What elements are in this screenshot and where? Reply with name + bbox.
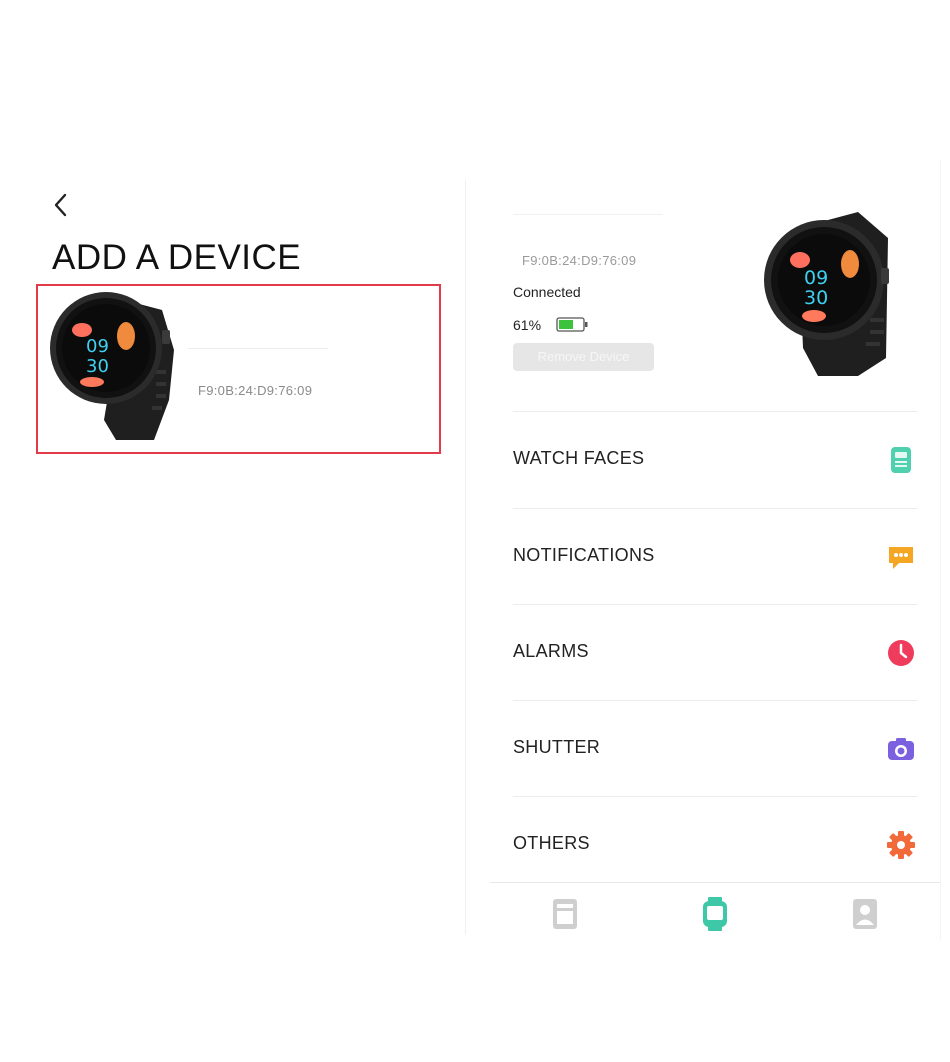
svg-text:09: 09 [804, 267, 828, 289]
profile-icon[interactable] [850, 897, 880, 931]
device-name-placeholder [513, 214, 663, 215]
menu-item-alarms[interactable]: ALARMS [513, 604, 917, 700]
svg-text:09: 09 [86, 336, 109, 357]
menu-item-label: NOTIFICATIONS [513, 545, 655, 565]
device-name-placeholder [188, 348, 328, 349]
svg-text:30: 30 [804, 287, 828, 309]
bottom-tab-bar [490, 882, 940, 941]
menu-item-label: ALARMS [513, 641, 589, 661]
menu-item-shutter[interactable]: SHUTTER [513, 700, 917, 796]
clock-icon [888, 640, 914, 666]
panel-edge [940, 160, 941, 940]
panel-divider [465, 180, 466, 935]
message-icon [889, 547, 913, 569]
menu-item-label: SHUTTER [513, 737, 601, 757]
menu-item-label: WATCH FACES [513, 448, 645, 468]
gear-icon [887, 831, 915, 859]
device-mac-address: F9:0B:24:D9:76:09 [198, 383, 313, 398]
watch-face-icon [891, 447, 911, 473]
menu-item-others[interactable]: OTHERS [513, 796, 917, 892]
smartwatch-image: 09 30 [764, 212, 889, 376]
battery-icon [556, 317, 588, 332]
device-list-item[interactable]: 09 30 F9:0B:24:D9:76:09 [36, 284, 441, 454]
menu-item-label: OTHERS [513, 833, 590, 853]
svg-text:30: 30 [86, 356, 109, 377]
dashboard-icon[interactable] [550, 897, 580, 931]
back-arrow-icon[interactable] [48, 190, 76, 220]
menu-item-watch-faces[interactable]: WATCH FACES [513, 411, 917, 507]
page-title: ADD A DEVICE [52, 238, 302, 277]
remove-device-button[interactable]: Remove Device [513, 343, 654, 371]
smartwatch-image: 09 30 [50, 292, 174, 440]
menu-item-notifications[interactable]: NOTIFICATIONS [513, 508, 917, 604]
battery-percentage: 61% [513, 317, 542, 333]
device-mac-address: F9:0B:24:D9:76:09 [522, 253, 637, 268]
camera-icon [888, 738, 914, 760]
connection-status: Connected [513, 284, 581, 300]
device-icon[interactable] [700, 897, 730, 931]
